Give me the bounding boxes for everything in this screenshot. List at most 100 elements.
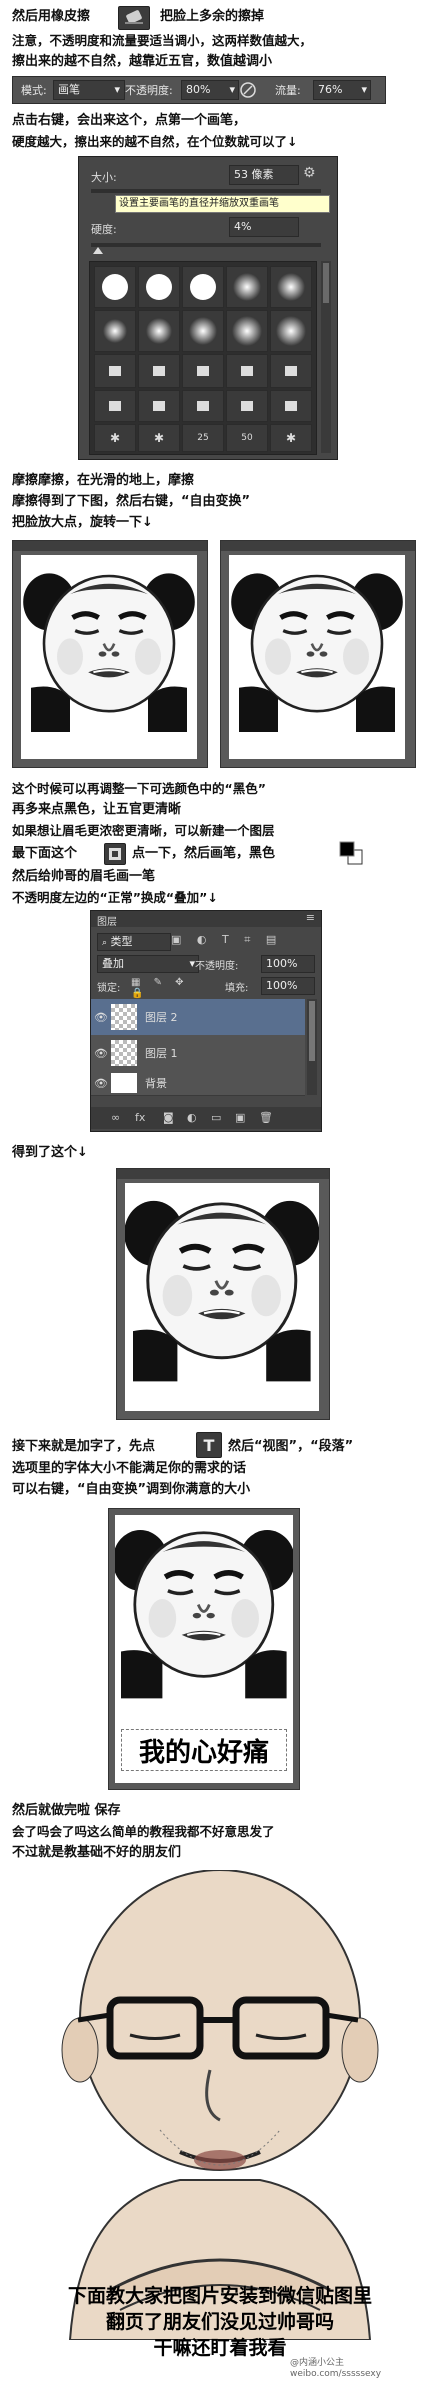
brush-soft-round-icon[interactable] xyxy=(94,310,136,352)
type-tool-icon[interactable]: T xyxy=(196,1432,222,1458)
hardness-input[interactable]: 4% xyxy=(229,217,299,237)
link-icon[interactable]: ∞ xyxy=(111,1111,120,1124)
brush-texture-icon[interactable] xyxy=(226,354,268,388)
panda-meme-canvas[interactable] xyxy=(21,555,197,759)
layers-footer-toolbar: ∞ fx ◙ ◐ ▭ ▣ 🗑 xyxy=(91,1107,321,1129)
layer-name: 图层 2 xyxy=(145,1011,178,1024)
brush-star-icon[interactable]: ✱ xyxy=(270,424,312,452)
panda-meme-canvas[interactable]: 我的心好痛 xyxy=(115,1515,293,1783)
bald-man-illustration xyxy=(61,1869,379,2341)
document-tab[interactable] xyxy=(13,541,207,551)
step4-line1: 这个时候可以再调整一下可选颜色中的“黑色” xyxy=(12,781,266,796)
step6-line3: 可以右键，“自由变换”调到你满意的大小 xyxy=(12,1482,251,1497)
new-layer-icon[interactable] xyxy=(104,843,126,865)
brush-texture-icon[interactable] xyxy=(270,390,312,422)
flow-input-value: 76% xyxy=(318,83,343,96)
fx-icon[interactable]: fx xyxy=(135,1111,145,1124)
panda-meme-canvas[interactable] xyxy=(229,555,405,759)
airbrush-pressure-icon[interactable] xyxy=(239,81,257,99)
layer-row[interactable]: 👁 图层 1 xyxy=(91,1035,305,1072)
brush-size-50[interactable]: 50 xyxy=(226,424,268,452)
layer-row[interactable]: 👁 背景 xyxy=(91,1071,305,1096)
eye-icon[interactable]: 👁 xyxy=(91,1077,111,1090)
step7-line2: 会了吗会了吗这么简单的教程我都不好意思发了 xyxy=(12,1824,275,1839)
brush-soft-round-icon[interactable] xyxy=(226,310,268,352)
document-tab[interactable] xyxy=(221,541,415,551)
eye-icon[interactable]: 👁 xyxy=(91,1047,111,1060)
brush-texture-icon[interactable] xyxy=(226,390,268,422)
brush-soft-round-icon[interactable] xyxy=(182,310,224,352)
brush-star-icon[interactable]: ✱ xyxy=(94,424,136,452)
step2-line1: 点击右键，会出来这个，点第一个画笔， xyxy=(12,113,247,128)
lock-icons[interactable]: ▦ ✎ ✥ 🔒 xyxy=(131,977,201,999)
brush-preset-panel: 大小: 53 像素 ⚙ 设置主要画笔的直径并缩放双重画笔 硬度: 4% ✱ ✱ … xyxy=(78,156,338,460)
flow-input[interactable]: 76% ▾ xyxy=(313,80,371,100)
brush-hard-round-icon[interactable] xyxy=(182,266,224,308)
panel-menu-icon[interactable]: ≡ xyxy=(306,911,315,924)
layers-tab[interactable]: 图层 xyxy=(97,913,117,928)
fill-input[interactable]: 100% xyxy=(261,977,315,995)
layer-row[interactable]: 👁 图层 2 xyxy=(91,999,305,1036)
layer-name: 图层 1 xyxy=(145,1047,178,1060)
meme-caption-textbox[interactable]: 我的心好痛 xyxy=(121,1729,287,1771)
eraser-tool-icon[interactable] xyxy=(118,6,150,30)
step4-line4b: 点一下，然后画笔，黑色 xyxy=(132,846,276,861)
gear-icon[interactable]: ⚙ xyxy=(303,165,321,183)
panda-meme-canvas[interactable] xyxy=(125,1183,319,1411)
step4-line2: 再多来点黑色，让五官更清晰 xyxy=(12,802,182,817)
eye-icon[interactable]: 👁 xyxy=(91,1011,111,1024)
mask-icon[interactable]: ◙ xyxy=(163,1111,174,1124)
layer-filter-icons[interactable]: ▣ ◐ T ⌗ ▤ xyxy=(171,933,311,949)
trash-icon[interactable]: 🗑 xyxy=(259,1111,273,1124)
blend-mode-value: 叠加 xyxy=(102,957,124,970)
brush-soft-round-icon[interactable] xyxy=(138,310,180,352)
brush-texture-icon[interactable] xyxy=(138,390,180,422)
document-tab[interactable] xyxy=(117,1169,329,1179)
brush-star-icon[interactable]: ✱ xyxy=(138,424,180,452)
layers-scrollbar[interactable] xyxy=(307,999,317,1095)
hardness-slider-thumb[interactable] xyxy=(93,247,103,254)
step5-line1: 得到了这个↓ xyxy=(12,1145,88,1160)
opacity-label: 不透明度: xyxy=(125,84,173,97)
intro-line1b: 把脸上多余的擦掉 xyxy=(160,9,265,24)
mode-select[interactable]: 画笔 ▾ xyxy=(53,80,125,100)
lock-label: 锁定: xyxy=(97,983,121,994)
brush-texture-icon[interactable] xyxy=(182,390,224,422)
brush-hard-round-icon[interactable] xyxy=(94,266,136,308)
mode-select-value: 画笔 xyxy=(58,83,80,96)
new-layer-icon[interactable]: ▣ xyxy=(235,1111,245,1124)
brush-hard-round-icon[interactable] xyxy=(138,266,180,308)
size-slider[interactable] xyxy=(91,189,321,193)
hardness-slider[interactable] xyxy=(91,243,321,247)
layer-opacity-input[interactable]: 100% xyxy=(261,955,315,973)
step3-line2: 摩擦得到了下图，然后右键，“自由变换” xyxy=(12,494,251,509)
brush-texture-icon[interactable] xyxy=(182,354,224,388)
brush-soft-round-icon[interactable] xyxy=(270,266,312,308)
brush-soft-round-icon[interactable] xyxy=(226,266,268,308)
layer-filter-select[interactable]: ⌕ 类型 xyxy=(97,933,171,951)
size-input[interactable]: 53 像素 xyxy=(229,165,299,185)
brush-texture-icon[interactable] xyxy=(138,354,180,388)
adjustment-icon[interactable]: ◐ xyxy=(187,1111,197,1124)
blend-mode-select[interactable]: 叠加 ▾ xyxy=(97,955,199,973)
step7-line3: 不过就是教基础不好的朋友们 xyxy=(12,1845,182,1860)
brush-size-25[interactable]: 25 xyxy=(182,424,224,452)
layer-name: 背景 xyxy=(145,1077,167,1090)
brush-texture-icon[interactable] xyxy=(94,390,136,422)
brush-size-label: 25 xyxy=(197,433,209,443)
opacity-input-value: 80% xyxy=(186,83,211,96)
flow-label: 流量: xyxy=(275,84,301,97)
layer-thumbnail xyxy=(111,1073,137,1093)
brush-texture-icon[interactable] xyxy=(270,354,312,388)
brush-texture-icon[interactable] xyxy=(94,354,136,388)
layer-filter-value: 类型 xyxy=(110,935,133,948)
brush-soft-round-icon[interactable] xyxy=(270,310,312,352)
color-swatch-icon[interactable] xyxy=(338,840,364,866)
brush-size-label: 50 xyxy=(241,433,253,443)
opacity-input[interactable]: 80% ▾ xyxy=(181,80,239,100)
layer-thumbnail xyxy=(111,1040,137,1066)
ps-document-window-text: 我的心好痛 xyxy=(108,1508,300,1790)
brush-grid-scrollbar[interactable] xyxy=(321,261,331,453)
step6-line1b: 然后“视图”，“段落” xyxy=(228,1439,354,1454)
folder-icon[interactable]: ▭ xyxy=(211,1111,221,1124)
